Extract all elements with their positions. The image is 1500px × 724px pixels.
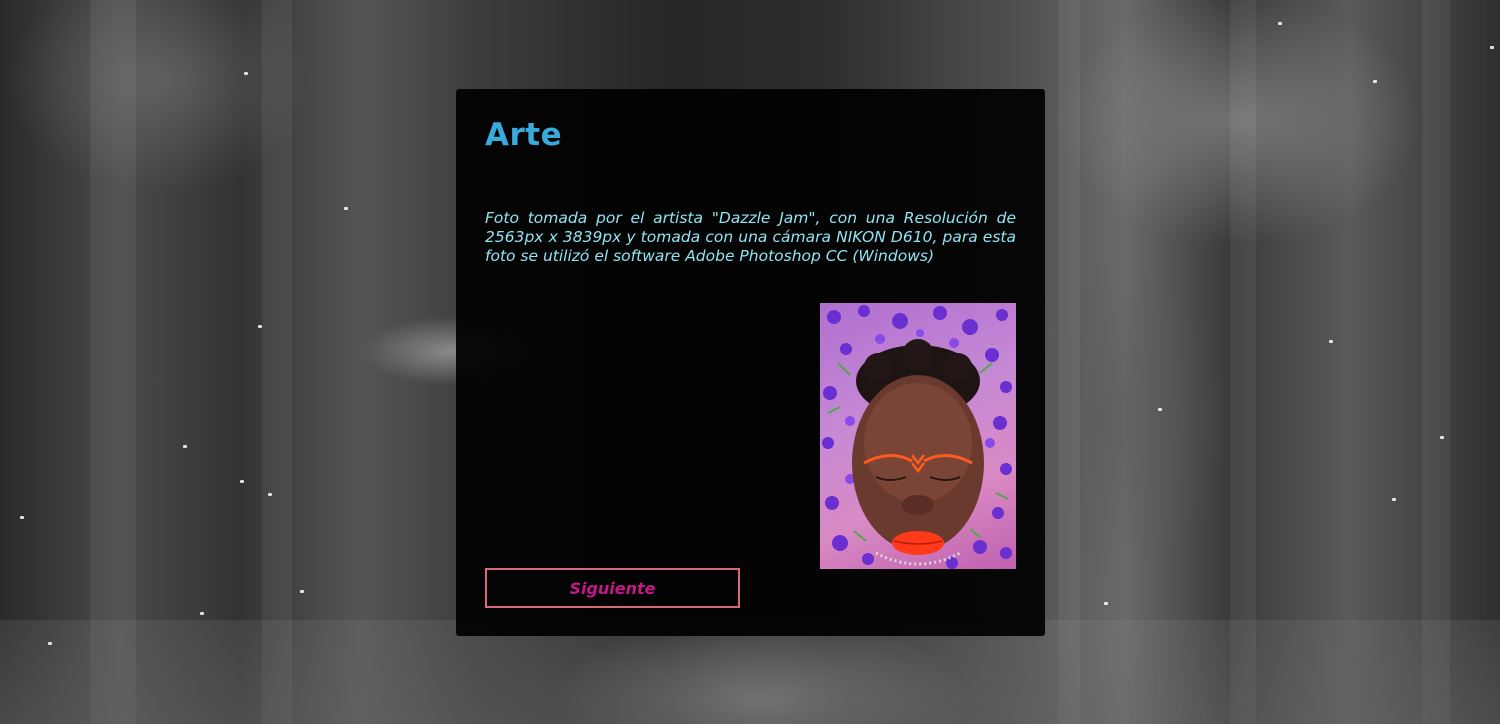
background-pillar [90,0,136,724]
background-pillar [1230,0,1256,724]
snow-speck [200,612,204,615]
card-title: Arte [485,117,563,153]
snow-speck [183,445,187,448]
artwork-photo [820,303,1016,569]
snow-speck [268,493,272,496]
snow-speck [1329,340,1333,343]
snow-speck [1373,80,1377,83]
snow-speck [1158,408,1162,411]
snow-speck [1392,498,1396,501]
snow-speck [300,590,304,593]
background-pillar [1058,0,1080,724]
artwork-photo-illustration [822,305,1012,569]
snow-speck [258,325,262,328]
next-button[interactable]: Siguiente [485,568,740,608]
background-pillar [262,0,292,724]
snow-speck [244,72,248,75]
snow-speck [48,642,52,645]
snow-speck [344,207,348,210]
snow-speck [1490,46,1494,49]
snow-speck [1440,436,1444,439]
card-description: Foto tomada por el artista "Dazzle Jam",… [485,209,1016,265]
snow-speck [1104,602,1108,605]
art-card: Arte Foto tomada por el artista "Dazzle … [456,89,1045,636]
background-pillar [1422,0,1450,724]
snow-speck [240,480,244,483]
snow-speck [20,516,24,519]
snow-speck [1278,22,1282,25]
